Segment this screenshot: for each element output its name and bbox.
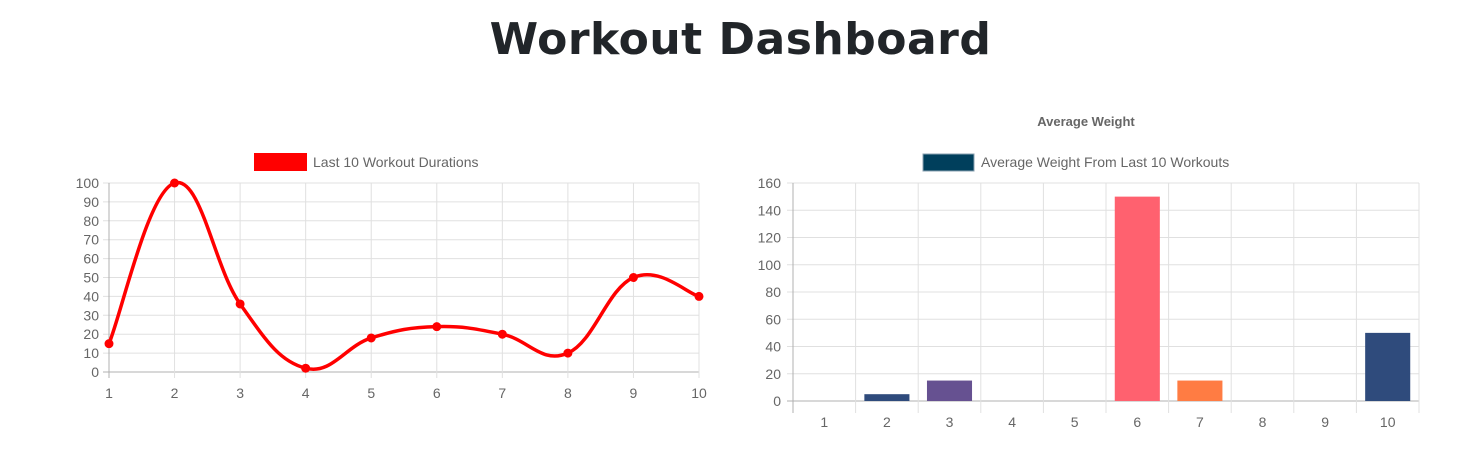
- bar-chart-series: [864, 196, 1411, 401]
- line-x-tick-label: 9: [630, 385, 638, 401]
- line-data-point[interactable]: [301, 363, 311, 373]
- line-y-tick-label: 100: [76, 175, 100, 191]
- line-y-tick-label: 20: [83, 326, 99, 342]
- line-data-point[interactable]: [366, 333, 376, 343]
- line-x-tick-label: 3: [236, 385, 244, 401]
- line-chart-ticks: 0 10 20 30 40 50 60 70 80 90 100 1 2 3 4 5 6 7 8 9 10: [76, 175, 707, 401]
- line-data-point[interactable]: [563, 348, 573, 358]
- bar-chart-title: Average Weight: [1037, 114, 1135, 129]
- bar-x-tick-label: 1: [820, 414, 828, 430]
- line-data-point[interactable]: [497, 329, 507, 339]
- line-x-tick-label: 8: [564, 385, 572, 401]
- bar-y-tick-label: 140: [758, 202, 782, 218]
- bar-y-tick-label: 80: [765, 284, 781, 300]
- line-y-tick-label: 90: [83, 194, 99, 210]
- bar-6[interactable]: [1114, 196, 1160, 401]
- line-data-point[interactable]: [432, 322, 442, 332]
- line-data-point[interactable]: [170, 178, 180, 188]
- line-chart-series: [104, 178, 704, 373]
- line-chart: 0 10 20 30 40 50 60 70 80 90 100 1 2 3 4 5 6 7 8 9 10 Last 1…: [76, 153, 707, 401]
- line-y-tick-label: 0: [91, 364, 99, 380]
- line-x-tick-label: 1: [105, 385, 113, 401]
- bar-legend-label[interactable]: Average Weight From Last 10 Workouts: [981, 154, 1229, 170]
- bar-x-tick-label: 4: [1008, 414, 1016, 430]
- line-y-tick-label: 60: [83, 251, 99, 267]
- bar-y-tick-label: 0: [773, 393, 781, 409]
- line-x-tick-label: 7: [498, 385, 506, 401]
- line-legend-swatch[interactable]: [254, 153, 307, 171]
- line-x-tick-label: 5: [367, 385, 375, 401]
- bar-x-tick-label: 9: [1321, 414, 1329, 430]
- line-data-point[interactable]: [104, 339, 114, 349]
- line-data-point[interactable]: [235, 299, 245, 309]
- line-data-point[interactable]: [628, 273, 638, 282]
- bar-2[interactable]: [864, 394, 910, 401]
- line-legend-label[interactable]: Last 10 Workout Durations: [313, 154, 479, 170]
- bar-chart-ticks: 0 20 40 60 80 100 120 140 160 1 2 3 4 5 6 7 8 9 10: [758, 175, 1396, 430]
- line-y-tick-label: 10: [83, 345, 99, 361]
- line-y-tick-label: 80: [83, 213, 99, 229]
- bar-y-tick-label: 60: [765, 311, 781, 327]
- bar-x-tick-label: 7: [1196, 414, 1204, 430]
- bar-x-tick-label: 3: [946, 414, 954, 430]
- bar-chart-legend[interactable]: Average Weight From Last 10 Workouts: [922, 153, 1229, 172]
- bar-x-tick-label: 8: [1259, 414, 1267, 430]
- line-x-tick-label: 10: [691, 385, 707, 401]
- bar-x-tick-label: 5: [1071, 414, 1079, 430]
- bar-y-tick-label: 120: [758, 230, 782, 246]
- bar-chart-container: Average Weight 0 20 40 60 80 100 120 140 160 1 2 3 4…: [740, 0, 1481, 475]
- bar-y-tick-label: 160: [758, 175, 782, 191]
- line-y-tick-label: 50: [83, 270, 99, 286]
- bar-y-tick-label: 20: [765, 366, 781, 382]
- bar-3[interactable]: [926, 380, 973, 401]
- line-data-point[interactable]: [694, 291, 704, 301]
- line-chart-legend[interactable]: Last 10 Workout Durations: [254, 153, 479, 171]
- bar-legend-swatch[interactable]: [922, 153, 975, 172]
- line-x-tick-label: 4: [302, 385, 310, 401]
- bar-x-tick-label: 2: [883, 414, 891, 430]
- bar-7[interactable]: [1177, 380, 1223, 401]
- line-y-tick-label: 30: [83, 307, 99, 323]
- line-x-tick-label: 6: [433, 385, 441, 401]
- line-y-tick-label: 40: [83, 288, 99, 304]
- bar-y-tick-label: 100: [758, 257, 782, 273]
- line-series-path: [107, 181, 700, 371]
- line-x-tick-label: 2: [171, 385, 179, 401]
- bar-chart-grid: [787, 182, 1420, 413]
- bar-chart: Average Weight 0 20 40 60 80 100 120 140 160 1 2 3 4…: [758, 114, 1420, 430]
- line-y-tick-label: 70: [83, 232, 99, 248]
- bar-x-tick-label: 10: [1380, 414, 1396, 430]
- line-chart-container: 0 10 20 30 40 50 60 70 80 90 100 1 2 3 4 5 6 7 8 9 10 Last 1…: [0, 0, 740, 475]
- bar-x-tick-label: 6: [1133, 414, 1141, 430]
- line-chart-grid: [103, 182, 700, 378]
- bar-10[interactable]: [1365, 332, 1411, 401]
- bar-y-tick-label: 40: [765, 339, 781, 355]
